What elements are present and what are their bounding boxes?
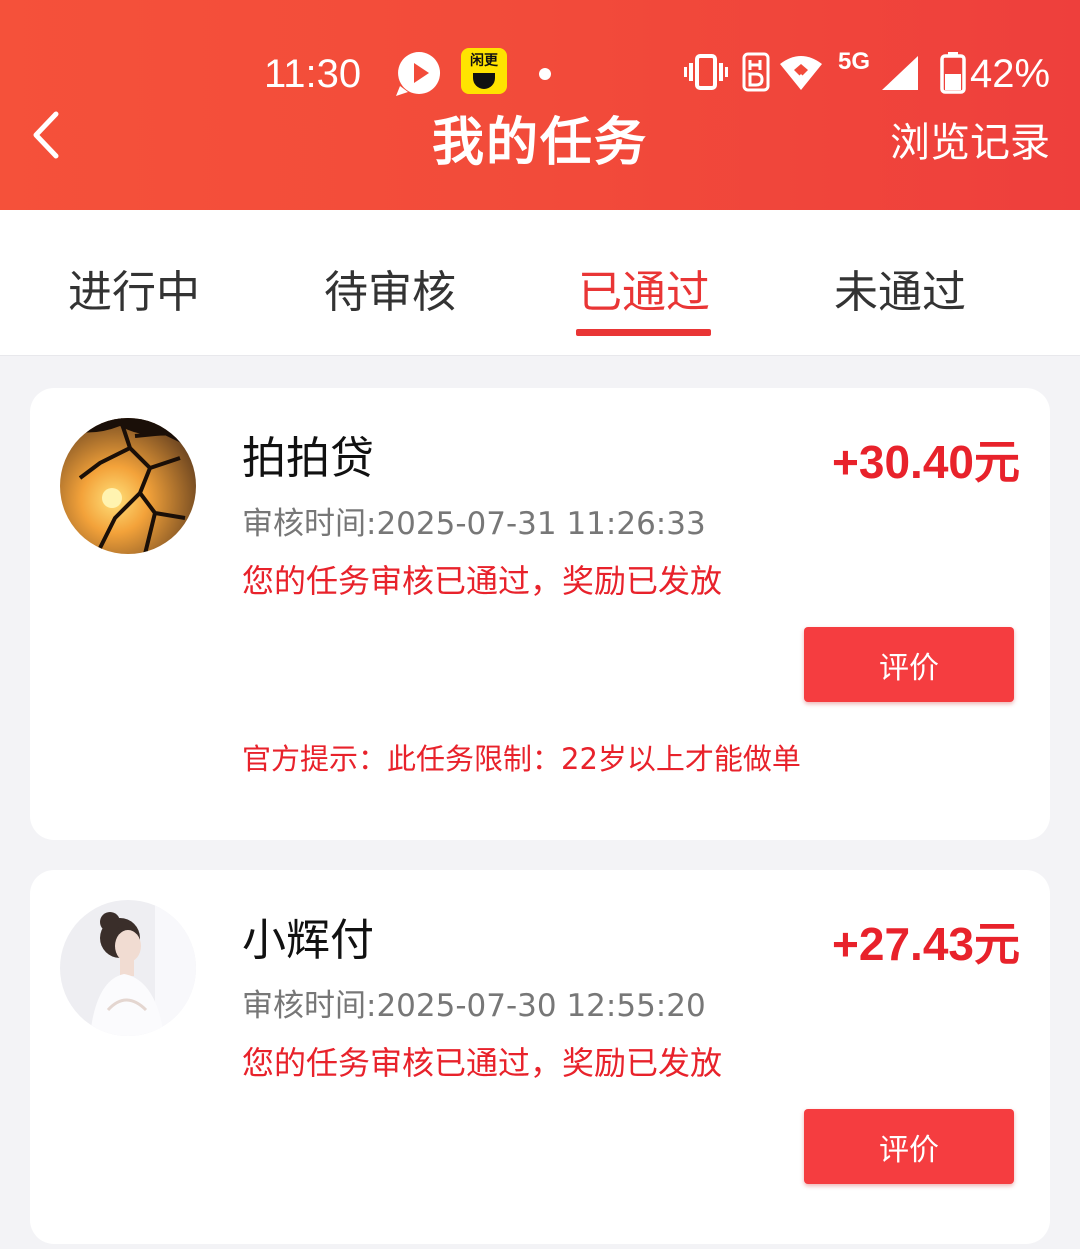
task-status-tabs: 进行中 待审核 已通过 未通过 [0,210,1080,356]
tab-rejected[interactable]: 未通过 [800,256,1000,320]
rate-button[interactable]: 评价 [804,627,1014,702]
active-tab-indicator [576,329,711,336]
task-title: 拍拍贷 [242,433,374,484]
status-bar: 11:30 闲更 5G 42% [0,44,1080,104]
status-time: 11:30 [264,52,362,96]
app-header: 11:30 闲更 5G 42% 我的任务 浏览记录 [0,0,1080,210]
vibrate-icon [684,54,728,90]
tab-in-progress[interactable]: 进行中 [34,256,234,320]
review-time: 审核时间:2025-07-30 12:55:20 [242,988,706,1024]
browse-history-button[interactable]: 浏览记录 [890,110,1050,168]
battery-percentage: 42% [970,52,1051,96]
network-type-label: 5G [838,48,871,75]
official-tip: 官方提示：此任务限制：22岁以上才能做单 [242,742,801,776]
xiangeng-app-icon: 闲更 [461,48,507,94]
review-time: 审核时间:2025-07-31 11:26:33 [242,506,706,542]
signal-icon [882,56,918,90]
wifi-icon [780,56,822,90]
video-app-icon [396,52,441,96]
task-reward-amount: +30.40元 [832,436,1020,488]
hd-icon [742,52,770,92]
battery-icon [940,52,966,94]
tab-pending-review[interactable]: 待审核 [290,256,490,320]
task-avatar-image [60,418,196,554]
task-avatar-image [60,900,196,1036]
status-message: 您的任务审核已通过，奖励已发放 [242,562,723,600]
tab-approved[interactable]: 已通过 [544,256,744,320]
task-title: 小辉付 [242,915,374,966]
task-card[interactable]: 小辉付 +27.43元 审核时间:2025-07-30 12:55:20 您的任… [30,870,1050,1244]
task-card[interactable]: 拍拍贷 +30.40元 审核时间:2025-07-31 11:26:33 您的任… [30,388,1050,840]
task-reward-amount: +27.43元 [832,918,1020,970]
rate-button[interactable]: 评价 [804,1109,1014,1184]
notification-dot-icon [539,68,551,80]
app-icon-label: 闲更 [470,53,498,69]
status-message: 您的任务审核已通过，奖励已发放 [242,1044,723,1082]
